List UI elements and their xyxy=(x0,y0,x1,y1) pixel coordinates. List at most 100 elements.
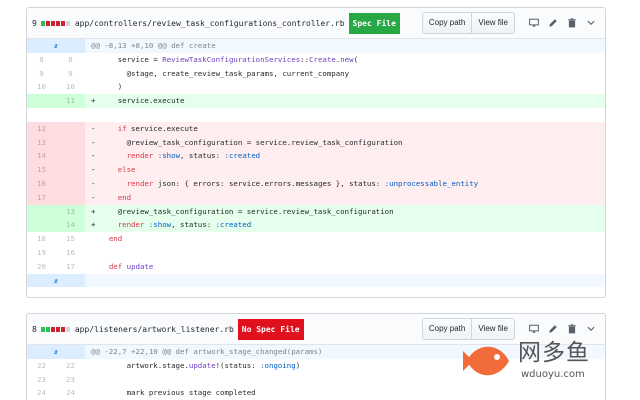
chevron-down-icon[interactable] xyxy=(583,15,599,31)
new-line-number: 9 xyxy=(68,68,73,78)
fish-logo-icon xyxy=(463,346,509,376)
diffstat-block xyxy=(40,326,45,332)
diffstat-block xyxy=(50,20,55,26)
diff-file-1: 9 app/controllers/review_task_configurat… xyxy=(26,7,606,298)
code-line: service = ReviewTaskConfigurationService… xyxy=(91,54,359,64)
old-line-number: 15 xyxy=(27,163,56,177)
old-line-number xyxy=(27,204,56,219)
hunk-header-row: ⇵ xyxy=(27,273,605,288)
old-line-number: 16 xyxy=(27,176,56,191)
hunk-header: @@ -8,13 +8,10 @@ def create xyxy=(91,41,216,50)
diffstat-block xyxy=(45,20,50,26)
new-line-number: 11 xyxy=(56,94,85,108)
spec-badge: No Spec File xyxy=(237,318,304,340)
diff-line-row xyxy=(27,108,605,122)
new-line-number xyxy=(56,190,85,205)
new-line-number: 22 xyxy=(66,360,75,370)
diffstat-block xyxy=(60,20,65,26)
old-line-number xyxy=(27,94,56,108)
new-line-number: 10 xyxy=(66,82,75,92)
diff-line-row: 9 9 @stage, create_review_task_params, cu… xyxy=(27,67,605,81)
diffstat-block xyxy=(65,326,70,332)
old-line-number: 18 xyxy=(37,234,46,244)
code-line: + render :show, status: :created xyxy=(91,220,252,230)
new-line-number: 15 xyxy=(66,234,75,244)
spec-badge: Spec File xyxy=(348,12,400,34)
new-line-number xyxy=(56,176,85,191)
code-line: + @review_task_configuration = service.r… xyxy=(91,206,394,216)
code-line: - end xyxy=(91,192,132,202)
file-path[interactable]: app/listeners/artwork_listener.rb xyxy=(75,325,234,334)
old-line-number: 24 xyxy=(37,388,46,398)
diffstat-blocks xyxy=(40,326,70,332)
file-actions: Copy path View file xyxy=(421,12,599,34)
new-line-number xyxy=(56,135,85,150)
change-count: 9 xyxy=(32,18,37,28)
hunk-header-row: ⇵ @@ -8,13 +8,10 @@ def create xyxy=(27,39,605,53)
code-line: - @review_task_configuration = service.r… xyxy=(91,137,403,147)
new-line-number: 23 xyxy=(66,374,75,384)
new-line-number: 17 xyxy=(66,261,75,271)
diffstat-blocks xyxy=(40,20,70,26)
new-line-number xyxy=(56,149,85,164)
view-file-button[interactable]: View file xyxy=(471,13,514,33)
diff-line-row: 8 8 service = ReviewTaskConfigurationServ… xyxy=(27,53,605,67)
diff-line-row: 16 - render json: { errors: service.error… xyxy=(27,176,605,191)
old-line-number: 17 xyxy=(27,190,56,205)
new-line-number: 16 xyxy=(66,247,75,257)
file-path[interactable]: app/controllers/review_task_configuratio… xyxy=(75,19,345,28)
expand-icon[interactable]: ⇵ xyxy=(27,273,85,288)
file-header: 9 app/controllers/review_task_configurat… xyxy=(27,8,605,39)
new-line-number: 8 xyxy=(68,54,73,64)
new-line-number xyxy=(56,163,85,177)
diff-line-row: 19 16 xyxy=(27,246,605,260)
diffstat-block xyxy=(50,326,55,332)
code-line: + service.execute xyxy=(91,96,185,106)
old-line-number xyxy=(27,218,56,233)
diff-line-row: 17 - end xyxy=(27,190,605,205)
watermark-text: 网多鱼 xyxy=(518,340,590,366)
desktop-icon[interactable] xyxy=(526,15,542,31)
code-line: - else xyxy=(91,165,136,175)
watermark: 网多鱼 wduoyu.com xyxy=(463,333,633,395)
code-line: - render json: { errors: service.errors.… xyxy=(91,178,479,188)
diff-line-row: 11 + service.execute xyxy=(27,94,605,108)
diff-line-row: 13 + @review_task_configuration = service… xyxy=(27,204,605,219)
diff-line-row: 20 17 def update xyxy=(27,260,605,274)
copy-path-button[interactable]: Copy path xyxy=(422,13,472,33)
old-line-number: 14 xyxy=(27,149,56,164)
new-line-number: 14 xyxy=(56,218,85,233)
expand-icon[interactable]: ⇵ xyxy=(27,39,85,53)
diff-body: ⇵ @@ -8,13 +8,10 @@ def create 8 8 service … xyxy=(27,39,605,288)
pencil-icon[interactable] xyxy=(545,15,561,31)
old-line-number: 22 xyxy=(37,360,46,370)
new-line-number: 13 xyxy=(56,204,85,219)
old-line-number: 13 xyxy=(27,135,56,150)
hunk-header xyxy=(85,274,605,288)
code-line: - render :show, status: :created xyxy=(91,151,261,161)
diff-line-row: 12 - if service.execute xyxy=(27,121,605,136)
old-line-number: 9 xyxy=(39,68,44,78)
old-line-number: 8 xyxy=(39,54,44,64)
old-line-number: 23 xyxy=(37,374,46,384)
code-line: - if service.execute xyxy=(91,123,198,133)
diffstat-block xyxy=(60,326,65,332)
code-line: def update xyxy=(108,261,154,271)
new-line-number: 24 xyxy=(66,388,75,398)
old-line-number: 20 xyxy=(37,261,46,271)
diffstat-block xyxy=(55,326,60,332)
trash-icon[interactable] xyxy=(564,15,580,31)
diff-line-row: 10 10 ) xyxy=(27,80,605,94)
code-line: @stage, create_review_task_params, curre… xyxy=(91,68,350,78)
new-line-number xyxy=(56,121,85,136)
diff-line-row: 14 + render :show, status: :created xyxy=(27,218,605,233)
expand-icon[interactable]: ⇵ xyxy=(27,345,85,359)
diff-line-row: 18 15 end xyxy=(27,232,605,246)
old-line-number xyxy=(27,108,56,122)
code-line: end xyxy=(108,234,123,244)
code-line: ) xyxy=(91,82,123,92)
old-line-number: 10 xyxy=(37,82,46,92)
old-line-number: 19 xyxy=(37,247,46,257)
